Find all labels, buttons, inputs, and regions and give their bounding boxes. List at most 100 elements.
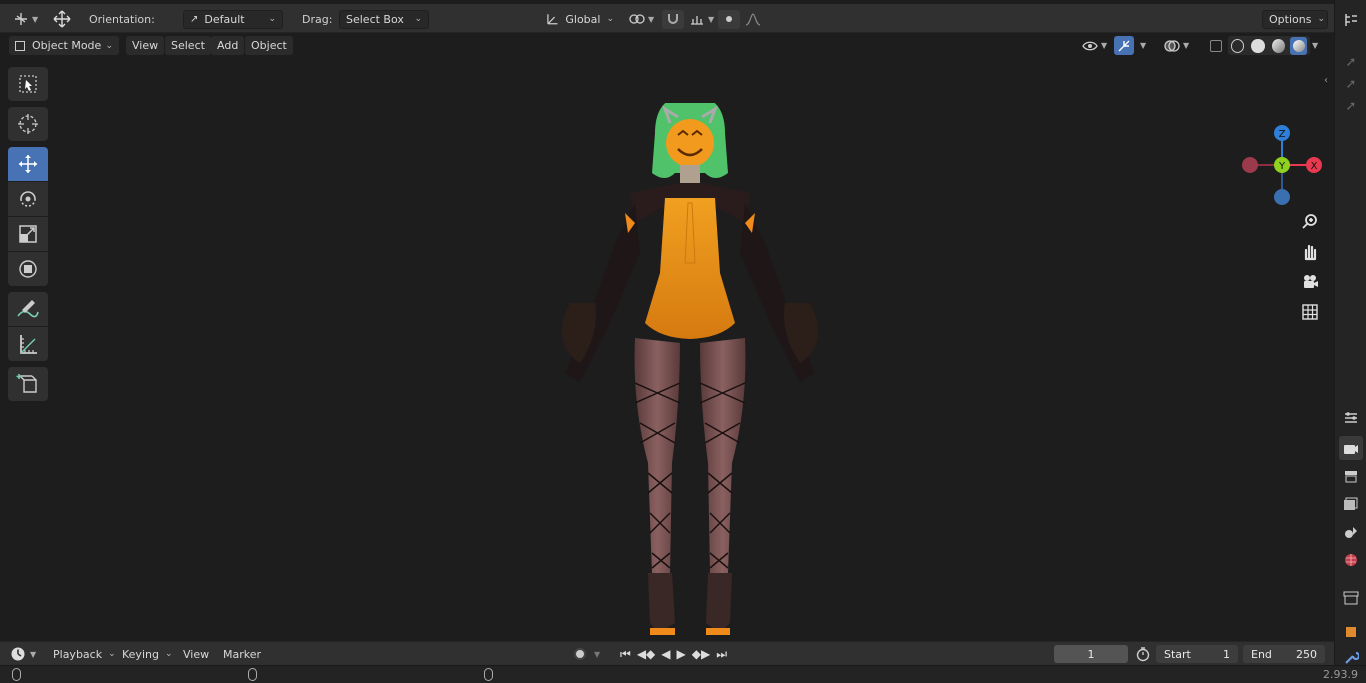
properties-column: ➚ ➚ ➚ <box>1334 0 1366 665</box>
zoom-icon[interactable] <box>1296 207 1324 237</box>
current-frame-field[interactable]: 1 <box>1054 644 1128 664</box>
chevron-down-icon: ▼ <box>32 14 39 24</box>
marker-label: Marker <box>223 647 262 661</box>
options-label: Options <box>1269 12 1312 26</box>
camera-view-icon[interactable] <box>1296 267 1324 297</box>
playback-controls: ⏮ ◀◆ ◀ ▶ ◆▶ ⏭ <box>620 644 727 664</box>
material-shading-icon[interactable] <box>1271 38 1285 53</box>
object-mode-icon <box>15 40 25 51</box>
rendered-shading-icon[interactable] <box>1289 36 1307 55</box>
perspective-grid-icon[interactable] <box>1296 297 1324 327</box>
chevron-down-icon: ▼ <box>1101 41 1108 50</box>
menu-select-label: Select <box>171 39 205 52</box>
select-box-icon <box>19 75 37 93</box>
world-properties-icon[interactable] <box>1339 548 1363 572</box>
menu-view-label: View <box>132 39 159 52</box>
start-frame-input[interactable]: Start 1 <box>1156 645 1238 663</box>
tool-properties-icon[interactable] <box>1339 406 1363 430</box>
shading-group <box>1228 36 1310 55</box>
play-reverse-icon[interactable]: ◀ <box>661 647 670 661</box>
pivot-point-icon <box>626 10 648 29</box>
menu-add[interactable]: Add <box>211 36 245 55</box>
end-label: End <box>1251 647 1272 661</box>
play-icon[interactable]: ▶ <box>677 647 686 661</box>
drag-value: Select Box <box>346 12 404 26</box>
editor-type-button[interactable]: ▼ <box>10 9 38 29</box>
snap-target-button[interactable]: ▼ <box>686 9 714 29</box>
proportional-edit-toggle[interactable] <box>718 9 740 29</box>
view-layer-icon[interactable] <box>1339 492 1363 516</box>
playback-menu[interactable]: Playback ⌄ <box>53 644 116 664</box>
pin-icon-2[interactable]: ➚ <box>1339 72 1363 96</box>
falloff-button[interactable] <box>742 9 764 29</box>
auto-keying-toggle[interactable]: ▼ <box>574 644 600 664</box>
menu-select[interactable]: Select <box>165 36 211 55</box>
menu-object[interactable]: Object <box>245 36 293 55</box>
object-properties-icon[interactable] <box>1339 620 1363 644</box>
rotate-tool[interactable] <box>8 182 48 216</box>
overlay-button[interactable]: ▼ <box>1158 36 1195 55</box>
shading-menu[interactable]: ▼ <box>1306 36 1324 55</box>
current-frame-input[interactable]: 1 <box>1054 645 1128 663</box>
timeline-editor-type[interactable]: ▼ <box>10 644 36 664</box>
wireframe-shading-icon[interactable] <box>1231 38 1245 53</box>
options-group: Options ⌄ <box>1262 9 1328 29</box>
pin-icon[interactable]: ➚ <box>1339 50 1363 74</box>
marker-menu[interactable]: Marker <box>223 644 261 664</box>
collection-properties-icon[interactable] <box>1339 586 1363 610</box>
chevron-down-icon: ▼ <box>1312 41 1319 50</box>
character-model <box>562 103 818 635</box>
visibility-button[interactable]: ▼ <box>1076 36 1113 55</box>
outliner-icon[interactable] <box>1339 8 1363 32</box>
active-tool-icon[interactable] <box>50 9 74 29</box>
jump-end-icon[interactable]: ⏭ <box>716 647 727 662</box>
cursor-tool[interactable] <box>8 107 48 141</box>
pin-icon-3[interactable]: ➚ <box>1339 94 1363 118</box>
transform-tool[interactable] <box>8 252 48 286</box>
orientation-group: ↗ Default ⌄ <box>183 9 283 29</box>
move-icon <box>19 155 37 173</box>
move-tool[interactable] <box>8 147 48 181</box>
end-frame-input[interactable]: End 250 <box>1243 645 1325 663</box>
jump-start-icon[interactable]: ⏮ <box>620 647 631 662</box>
object-mode-dropdown[interactable]: Object Mode ⌄ <box>9 36 119 55</box>
orientation-dropdown[interactable]: ↗ Default ⌄ <box>183 9 283 29</box>
menu-view[interactable]: View <box>126 36 165 55</box>
measure-tool[interactable] <box>8 327 48 361</box>
mouse-middle-icon <box>248 668 257 681</box>
preview-range-toggle[interactable] <box>1135 644 1151 664</box>
annotate-tool[interactable] <box>8 292 48 326</box>
start-frame-field[interactable]: Start 1 <box>1156 644 1238 664</box>
end-frame-field[interactable]: End 250 <box>1243 644 1325 664</box>
chevron-down-icon: ▼ <box>594 649 601 659</box>
gizmo-menu[interactable]: ▼ <box>1134 36 1152 55</box>
timeline-view-menu[interactable]: View <box>183 644 209 664</box>
3d-viewport[interactable]: Z X Y ‹ <box>0 57 1334 637</box>
object-mode-label: Object Mode <box>32 39 102 52</box>
options-dropdown[interactable]: Options ⌄ <box>1262 9 1328 29</box>
snap-toggle[interactable] <box>662 9 684 29</box>
output-properties-icon[interactable] <box>1339 464 1363 488</box>
pivot-point-button[interactable]: ▼ <box>626 9 654 29</box>
scene-properties-icon[interactable] <box>1339 520 1363 544</box>
prev-keyframe-icon[interactable]: ◀◆ <box>637 647 655 661</box>
drag-dropdown[interactable]: Select Box ⌄ <box>339 9 429 29</box>
viewport-header: Object Mode ⌄ View Select Add Object ▼ ▼… <box>0 33 1334 57</box>
pan-hand-icon[interactable] <box>1296 237 1324 267</box>
xray-icon <box>1210 39 1222 52</box>
proportional-edit-icon <box>718 9 740 29</box>
transform-orientation-dropdown[interactable]: Global ⌄ <box>540 10 620 29</box>
scale-tool[interactable] <box>8 217 48 251</box>
gizmo-toggle[interactable] <box>1114 36 1134 55</box>
xray-toggle[interactable] <box>1204 36 1228 55</box>
cursor-icon <box>18 114 38 134</box>
add-cube-tool[interactable] <box>8 367 48 401</box>
solid-shading-icon[interactable] <box>1251 38 1265 53</box>
next-keyframe-icon[interactable]: ◆▶ <box>692 647 710 661</box>
render-properties-icon[interactable] <box>1339 436 1363 460</box>
navigation-gizmo[interactable]: Z X Y <box>1240 123 1324 207</box>
keying-menu[interactable]: Keying ⌄ <box>122 644 173 664</box>
chevron-down-icon: ⌄ <box>606 14 614 24</box>
select-box-tool[interactable] <box>8 67 48 101</box>
sidebar-toggle-icon[interactable]: ‹ <box>1324 75 1328 86</box>
